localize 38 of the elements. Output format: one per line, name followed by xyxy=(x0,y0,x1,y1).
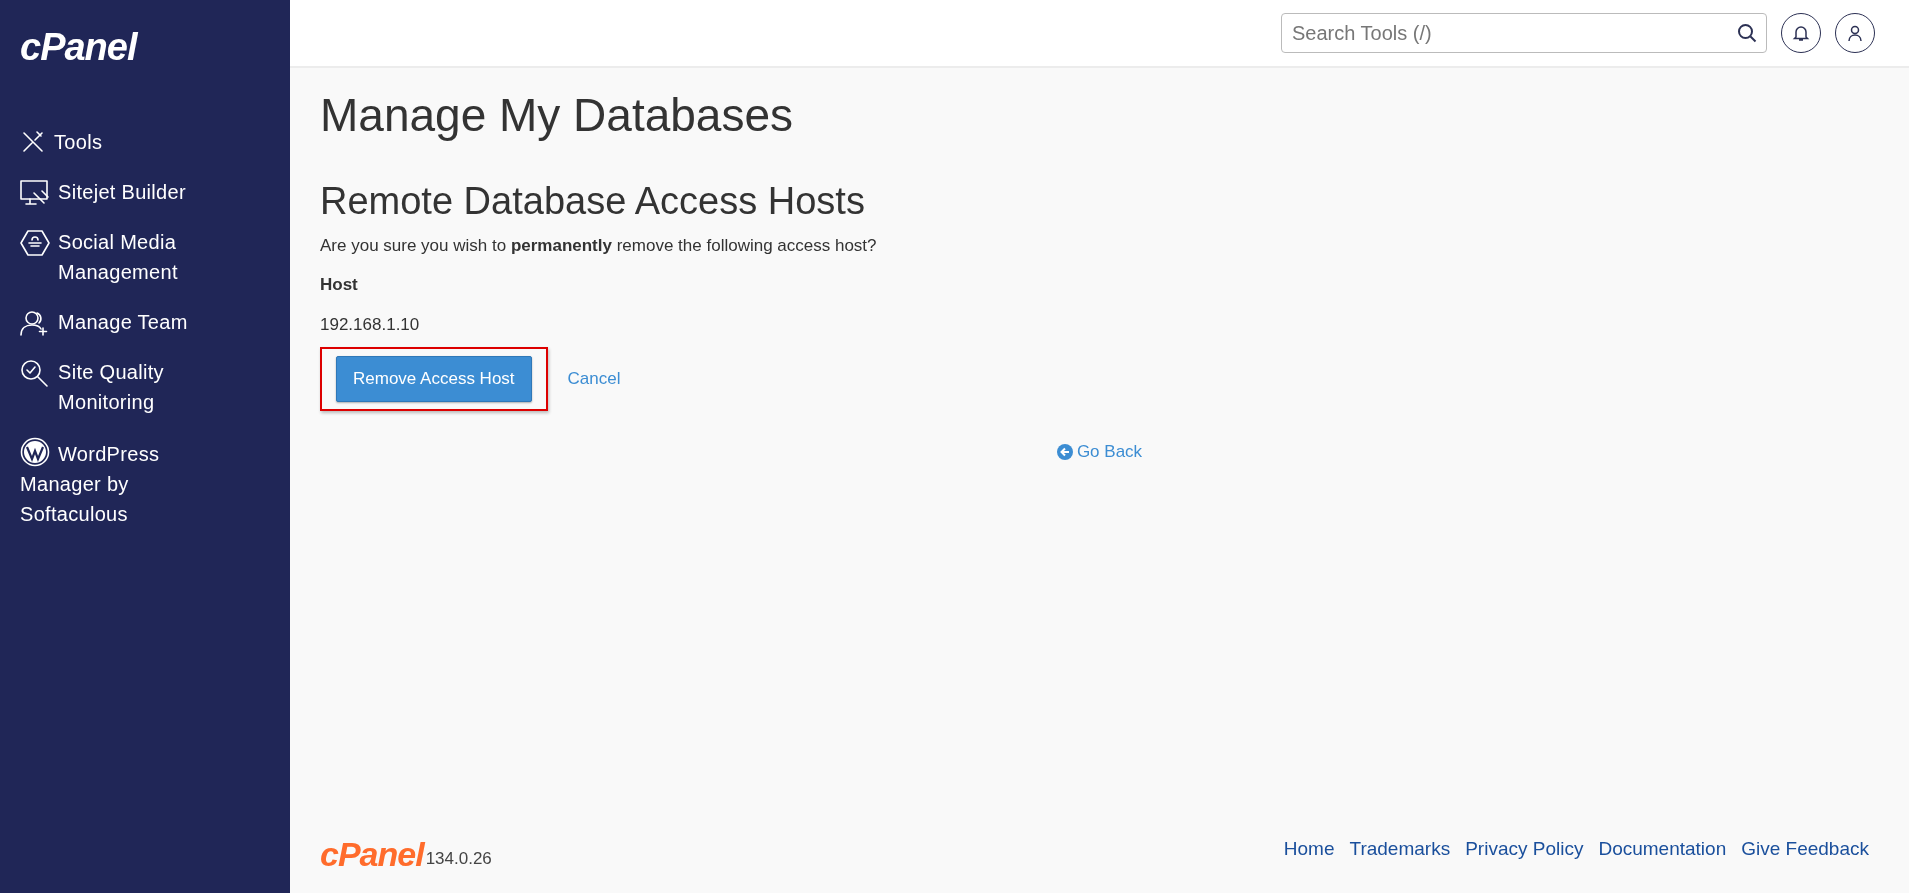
tools-icon xyxy=(20,129,46,155)
wordpress-icon xyxy=(20,437,50,467)
footer-link[interactable]: Home xyxy=(1283,834,1335,863)
user-button[interactable] xyxy=(1835,13,1875,53)
go-back-text: Go Back xyxy=(1076,440,1143,463)
footer-link[interactable]: Trademarks xyxy=(1349,834,1451,863)
hexagon-icon xyxy=(20,229,50,257)
search-field[interactable]: Search Tools (/) xyxy=(1281,13,1767,53)
section-title: Remote Database Access Hosts xyxy=(320,179,866,225)
page-title: Manage My Databases xyxy=(320,88,795,143)
sidebar-label: Manage Team xyxy=(58,310,189,335)
sidebar-label: Sitejet Builder xyxy=(58,180,187,205)
version-text: 134.0.26 xyxy=(425,847,492,870)
confirmation-text: Are you sure you wish to permanently remove the following access host? xyxy=(320,234,878,257)
sidebar-label: Site Quality Monitoring xyxy=(58,360,165,415)
monitor-pencil-icon xyxy=(20,179,50,207)
sidebar-item[interactable]: Site Quality Monitoring xyxy=(20,357,270,417)
footer-link[interactable]: Privacy Policy xyxy=(1465,834,1584,863)
sidebar-item[interactable]: Sitejet Builder xyxy=(20,177,270,207)
sidebar-item[interactable]: Tools xyxy=(20,127,270,157)
remove-access-host-button[interactable]: Remove Access Host xyxy=(336,356,532,402)
footer-link[interactable]: Give Feedback xyxy=(1741,834,1869,863)
host-value: 192.168.1.10 xyxy=(320,313,421,336)
search-icon[interactable] xyxy=(1737,23,1757,43)
sidebar-item[interactable]: Manage Team xyxy=(20,307,270,337)
footer-link[interactable]: Documentation xyxy=(1598,834,1727,863)
user-plus-icon xyxy=(20,309,50,337)
bell-icon xyxy=(1792,24,1810,42)
sidebar-label: Tools xyxy=(54,130,104,155)
sidebar-label: Social Media Management xyxy=(58,230,179,285)
host-label: Host xyxy=(320,274,359,297)
sidebar-item[interactable]: Social Media Management xyxy=(20,227,270,287)
magnifier-check-icon xyxy=(20,359,50,389)
notifications-button[interactable] xyxy=(1781,13,1821,53)
user-icon xyxy=(1846,24,1864,42)
sidebar-item[interactable]: WordPress Manager by Softaculous xyxy=(20,437,210,529)
cpanel-logo[interactable]: cPanel xyxy=(20,28,137,66)
cpanel-logo: cPanel xyxy=(320,837,424,871)
